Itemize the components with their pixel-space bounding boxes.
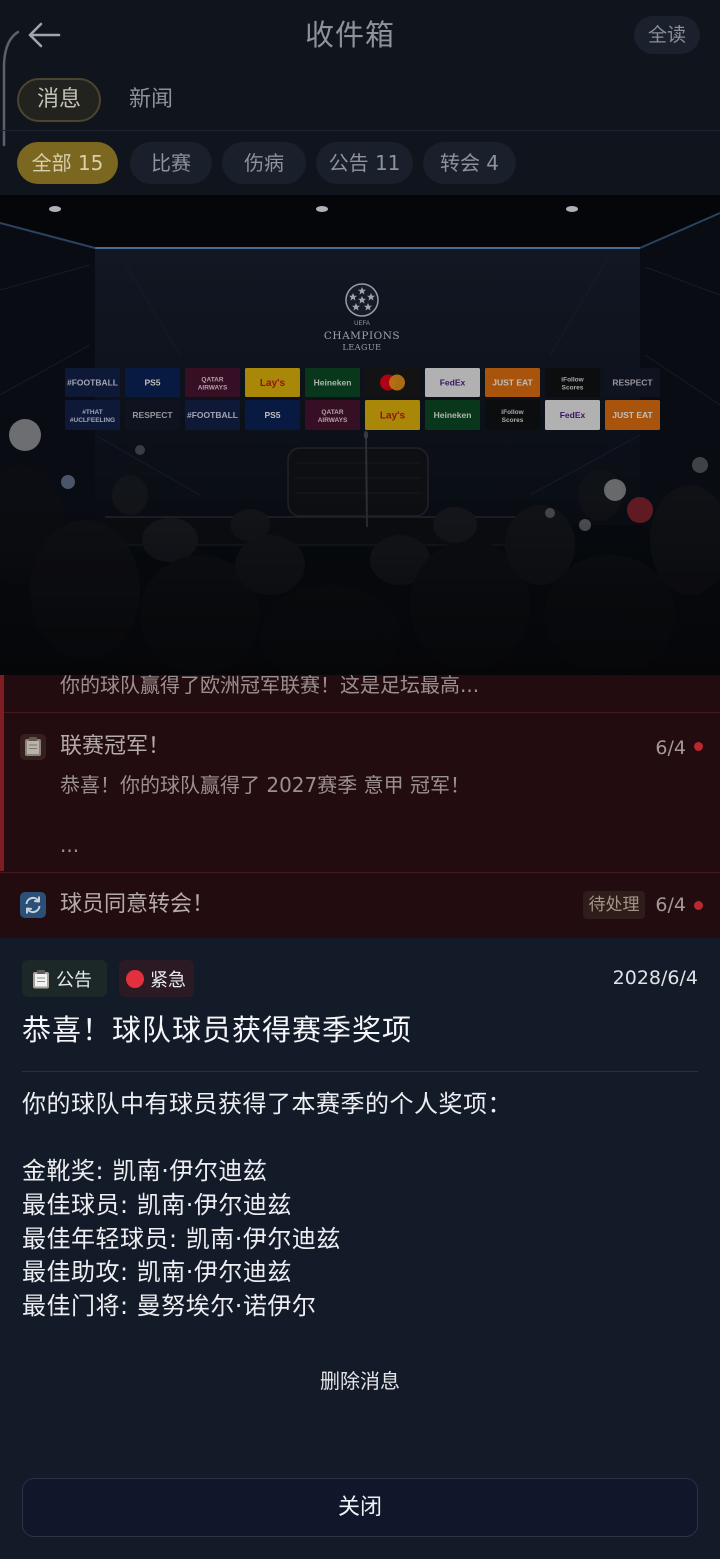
close-button[interactable]: 关闭 (22, 1478, 698, 1537)
filter-injury[interactable]: 伤病 (222, 142, 306, 184)
tab-messages[interactable]: 消息 (17, 78, 101, 122)
icon-shape (27, 741, 39, 754)
divider (0, 130, 720, 131)
message-preview[interactable]: 你的球队赢得了欧洲冠军联赛！这是足坛最高... (60, 675, 479, 698)
clipboard-icon (33, 969, 49, 988)
priority-tag-label: 紧急 (150, 969, 186, 991)
edge-arc (2, 30, 20, 147)
message-title: 联赛冠军！ (60, 734, 171, 759)
category-tag: 公告 (22, 960, 107, 997)
award-line: 最佳助攻: 凯南·伊尔迪兹 (22, 1258, 292, 1287)
message-preview-more: ... (60, 833, 80, 857)
dim-overlay (0, 195, 720, 675)
divider (22, 1071, 698, 1072)
award-line: 金靴奖: 凯南·伊尔迪兹 (22, 1157, 268, 1186)
message-intro: 你的球队中有球员获得了本赛季的个人奖项： (22, 1090, 512, 1118)
press-conference-backdrop: UEFA CHAMPIONS LEAGUE #FOOTBALL PS5 QATAR A… (0, 195, 720, 675)
filter-transfer[interactable]: 转会 4 (423, 142, 516, 184)
priority-tag: 紧急 (119, 960, 194, 997)
award-line: 最佳年轻球员: 凯南·伊尔迪兹 (22, 1224, 341, 1253)
inbox-header-area: 收件箱 全读 消息 新闻 全部 15 比赛 伤病 公告 11 转会 4 (0, 0, 720, 195)
message-date: 2028/6/4 (612, 967, 698, 989)
red-dot-icon (126, 969, 144, 988)
back-button[interactable] (22, 17, 64, 53)
filter-announcement[interactable]: 公告 11 (316, 142, 413, 184)
icon-shape (35, 973, 47, 986)
award-line: 最佳球员: 凯南·伊尔迪兹 (22, 1191, 292, 1220)
filter-all[interactable]: 全部 15 (17, 142, 118, 184)
list-item[interactable]: 球员同意转会！ 待处理 6/4 (0, 873, 720, 938)
category-tag-label: 公告 (56, 969, 92, 991)
unread-dot (694, 900, 703, 910)
award-line: 最佳门将: 曼努埃尔·诺伊尔 (22, 1292, 317, 1321)
unread-dot (694, 741, 703, 751)
filter-chips: 全部 15 比赛 伤病 公告 11 转会 4 (17, 142, 537, 184)
back-arrow-icon (28, 22, 61, 48)
message-preview: 恭喜！你的球队赢得了 2027赛季 意甲 冠军！ (60, 773, 470, 797)
message-body: 你的球队中有球员获得了本赛季的个人奖项： 金靴奖: 凯南·伊尔迪兹 最佳球员: … (22, 1088, 698, 1324)
clipboard-icon (20, 734, 46, 760)
status-badge: 待处理 (583, 891, 645, 919)
page-title: 收件箱 (304, 18, 395, 52)
icon-shape (29, 737, 37, 741)
message-title: 球员同意转会！ (60, 892, 215, 917)
tab-news[interactable]: 新闻 (129, 78, 173, 122)
back-arrow-shape (28, 22, 61, 48)
message-date: 6/4 (655, 737, 686, 759)
message-date: 6/4 (655, 894, 686, 916)
list-item[interactable]: 联赛冠军！ 6/4 恭喜！你的球队赢得了 2027赛季 意甲 冠军！ ... (0, 713, 720, 872)
mark-all-read-button[interactable]: 全读 (634, 16, 700, 54)
message-title: 恭喜！球队球员获得赛季奖项 (22, 1013, 413, 1047)
delete-message-button[interactable]: 删除消息 (0, 1366, 720, 1396)
message-detail-sheet: 公告 紧急 2028/6/4 恭喜！球队球员获得赛季奖项 你的球队中有球员获得了… (0, 938, 720, 1559)
filter-match[interactable]: 比赛 (130, 142, 212, 184)
message-list: 你的球队赢得了欧洲冠军联赛！这是足坛最高... 联赛冠军！ 6/4 恭喜！你的球… (0, 675, 720, 938)
icon-bg (20, 892, 46, 918)
icon-shape (37, 969, 45, 974)
transfer-icon (20, 892, 46, 918)
